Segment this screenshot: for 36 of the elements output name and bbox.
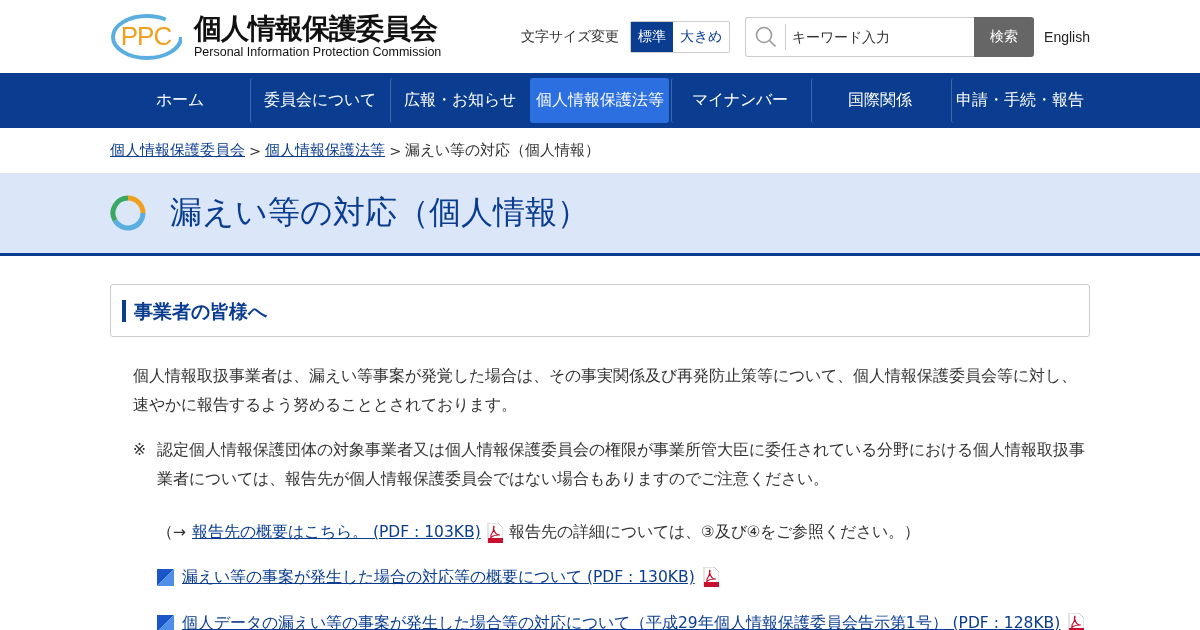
font-size-option[interactable]: 標準 [631,21,674,52]
search-button[interactable]: 検索 [974,16,1035,57]
page-title: 漏えい等の対応（個人情報） [170,192,589,233]
logo-subtitle: Personal Information Protection Commission [194,45,442,60]
square-bullet-icon [157,614,174,630]
breadcrumb-link[interactable]: 個人情報保護委員会 [110,141,245,160]
section-heading: 事業者の皆様へ [122,299,267,322]
font-size-label: 文字サイズ変更 [521,27,620,46]
reference-note: 報告先の詳細については、③及び④をご参照ください。） [508,522,921,543]
nav-tab[interactable]: マイナンバー [670,78,809,123]
note-paragraph: 認定個人情報保護団体の対象事業者又は個人情報保護委員会の権限が事業所管大臣に委任されている分野における個人情報取扱事業者については、報告先が個人情報保護委員会ではない場合もありますのでご注意ください。 [157,440,1086,490]
document-link[interactable]: 個人データの漏えい等の事案が発生した場合等の対応について（平成29年個人情報保護委員会告示第1号） (PDF : 128KB) [182,614,1061,630]
nav-tab[interactable]: 国際関係 [810,78,949,123]
nav-tab[interactable]: 委員会について [250,78,389,123]
breadcrumb-link[interactable]: 個人情報保護法等 [265,141,386,160]
report-summary-link[interactable]: 報告先の概要はこちら。 (PDF : 103KB) [192,518,481,547]
logo-title: 個人情報保護委員会 [194,13,439,45]
breadcrumb-current: 漏えい等の対応（個人情報） [405,141,601,160]
pdf-icon [486,522,503,543]
ring-icon [110,195,146,231]
square-bullet-icon [157,568,174,586]
note-mark: ※ [133,440,147,461]
nav-tab[interactable]: 申請・手続・報告 [950,78,1089,123]
reference-prefix: （→ [157,522,186,543]
nav-tab[interactable]: 広報・お知らせ [390,78,529,123]
search-field[interactable]: キーワード入力 [745,16,975,57]
document-link[interactable]: 漏えい等の事案が発生した場合の対応等の概要について (PDF : 130KB) [182,568,695,586]
nav-tab[interactable]: ホーム [111,78,249,123]
breadcrumb-separator: > [249,142,262,159]
pdf-icon [702,567,719,587]
language-link[interactable]: English [1044,28,1090,45]
nav-tab[interactable]: 個人情報保護法等 [530,78,669,123]
intro-paragraph: 個人情報取扱事業者は、漏えい等事案が発覚した場合は、その事実関係及び再発防止策等について、個人情報保護委員会等に対し、速やかに報告するよう努めることとされております。 [133,366,1078,416]
pdf-icon [1068,613,1085,630]
breadcrumb-separator: > [389,142,402,159]
search-icon [755,25,778,48]
